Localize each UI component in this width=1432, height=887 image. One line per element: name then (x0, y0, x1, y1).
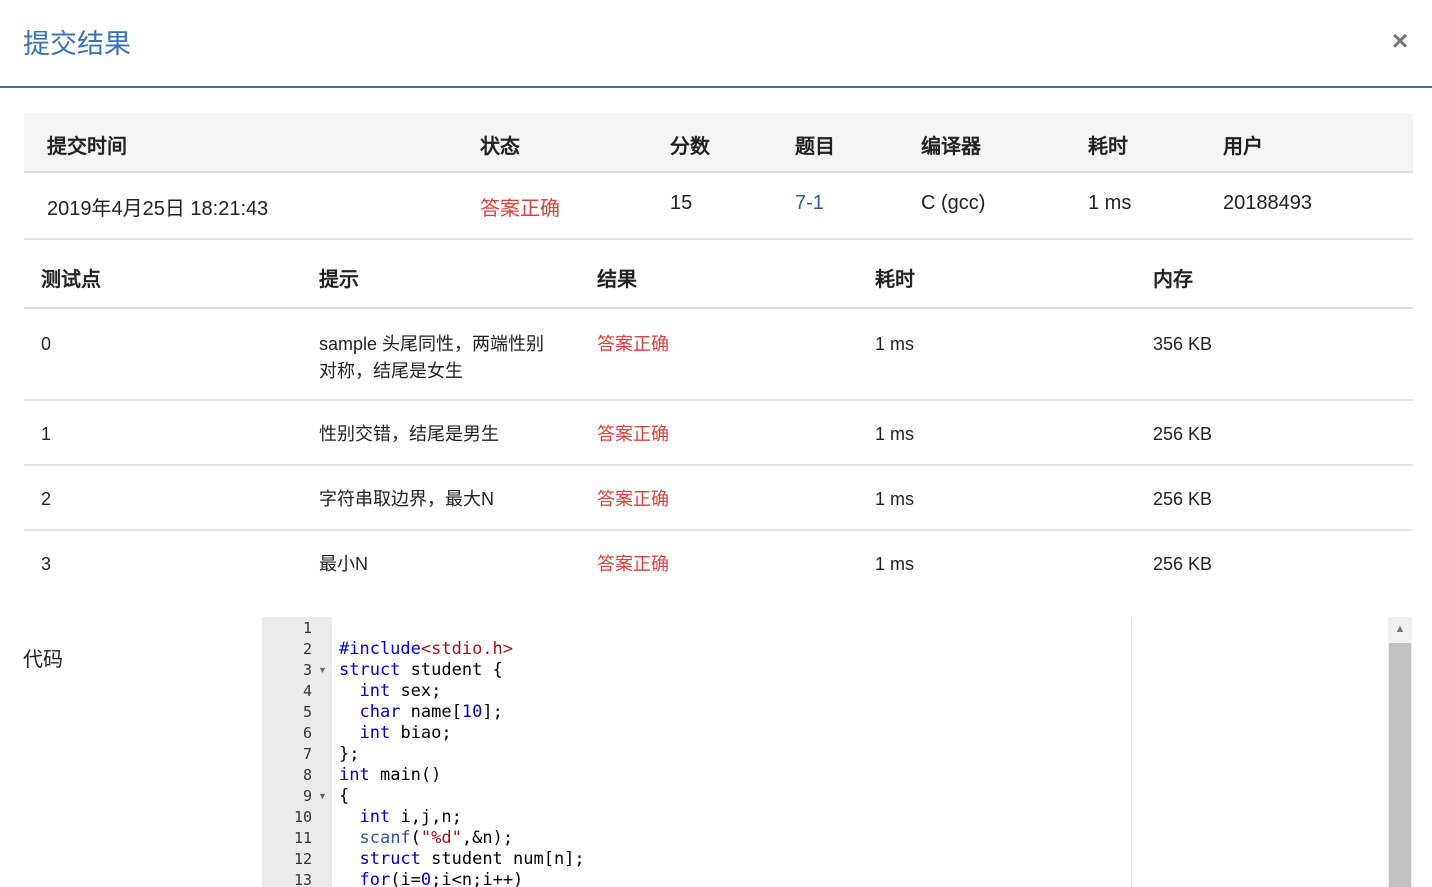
test-memory: 356 KB (1153, 334, 1213, 354)
code-line[interactable]: int biao; (339, 723, 451, 744)
header-submit-time: 提交时间 (47, 136, 127, 158)
test-time: 1 ms (875, 334, 915, 354)
user-value: 20188493 (1223, 192, 1312, 214)
line-number: 1 (302, 619, 312, 637)
header-test-point: 测试点 (41, 269, 101, 291)
header-elapsed: 耗时 (1088, 136, 1128, 158)
test-hint: 最小N (319, 554, 368, 574)
table-row: 0 sample 头尾同性，两端性别对称，结尾是女生 答案正确 1 ms 356… (24, 309, 1413, 401)
line-number: 10 (293, 808, 312, 826)
header-memory: 内存 (1153, 269, 1193, 291)
submission-summary-table: 提交时间 状态 分数 题目 编译器 耗时 用户 2019年4月25日 18:21… (24, 113, 1413, 240)
code-line[interactable]: struct student num[n]; (339, 849, 584, 870)
code-editor[interactable]: 1 2 3 ▼ 4 5 6 7 8 9 ▼ 10 11 12 13 #include<stdio.h> str… (262, 617, 1412, 887)
status-text: 答案正确 (480, 198, 560, 220)
chevron-up-icon[interactable]: ▲ (1388, 617, 1412, 641)
code-line[interactable]: int main() (339, 765, 441, 786)
header-user: 用户 (1223, 136, 1263, 158)
header-compiler: 编译器 (921, 136, 981, 158)
line-number: 9 (302, 787, 312, 805)
header-time: 耗时 (875, 269, 915, 291)
test-result: 答案正确 (597, 489, 669, 509)
code-line[interactable]: struct student { (339, 660, 503, 681)
test-time: 1 ms (875, 424, 915, 444)
test-hint: 性别交错，结尾是男生 (319, 424, 499, 444)
code-line[interactable]: char name[10]; (339, 702, 502, 723)
line-number: 2 (302, 640, 312, 658)
code-line[interactable]: int sex; (339, 681, 441, 702)
tests-header-row: 测试点 提示 结果 耗时 内存 (24, 240, 1413, 309)
compiler-value: C (gcc) (921, 192, 986, 214)
test-id: 2 (41, 489, 52, 509)
table-row: 1 性别交错，结尾是男生 答案正确 1 ms 256 KB (24, 401, 1413, 466)
line-number: 12 (293, 850, 312, 868)
score-value: 15 (670, 192, 693, 214)
line-number: 13 (293, 871, 312, 887)
test-result: 答案正确 (597, 424, 669, 444)
test-memory: 256 KB (1153, 554, 1213, 574)
line-number: 6 (302, 724, 312, 742)
summary-header-row: 提交时间 状态 分数 题目 编译器 耗时 用户 (24, 113, 1413, 173)
dialog-title: 提交结果 (23, 29, 131, 59)
close-icon[interactable]: × (1388, 27, 1412, 55)
line-number: 4 (302, 682, 312, 700)
fold-toggle-icon[interactable]: ▼ (318, 786, 327, 807)
table-row: 2 字符串取边界，最大N 答案正确 1 ms 256 KB (24, 466, 1413, 531)
test-memory: 256 KB (1153, 424, 1213, 444)
code-line[interactable]: int i,j,n; (339, 807, 461, 828)
line-number: 3 (302, 661, 312, 679)
elapsed-value: 1 ms (1088, 192, 1132, 214)
line-number: 11 (293, 829, 312, 847)
line-number: 8 (302, 766, 312, 784)
header-score: 分数 (670, 136, 710, 158)
header-hint: 提示 (319, 269, 359, 291)
scrollbar-thumb[interactable] (1389, 643, 1411, 887)
fold-toggle-icon[interactable]: ▼ (318, 660, 327, 681)
test-time: 1 ms (875, 554, 915, 574)
submit-time: 2019年4月25日 18:21:43 (47, 198, 269, 220)
code-label: 代码 (23, 649, 63, 671)
header-problem: 题目 (795, 136, 835, 158)
test-time: 1 ms (875, 489, 915, 509)
dialog-header: 提交结果 × (0, 0, 1432, 88)
code-line[interactable]: }; (339, 744, 359, 765)
table-row: 3 最小N 答案正确 1 ms 256 KB (24, 531, 1413, 594)
test-result: 答案正确 (597, 554, 669, 574)
code-line[interactable]: scanf("%d",&n); (339, 828, 513, 849)
code-line[interactable]: #include<stdio.h> (339, 639, 513, 660)
summary-row: 2019年4月25日 18:21:43 答案正确 15 7-1 C (gcc) … (24, 173, 1413, 240)
test-result: 答案正确 (597, 334, 669, 354)
header-status: 状态 (480, 136, 520, 158)
line-number: 5 (302, 703, 312, 721)
test-memory: 256 KB (1153, 489, 1213, 509)
test-hint: 字符串取边界，最大N (319, 489, 494, 509)
header-result: 结果 (597, 269, 637, 291)
line-number: 7 (302, 745, 312, 763)
code-line[interactable]: { (339, 786, 349, 807)
problem-link[interactable]: 7-1 (795, 192, 824, 215)
code-line[interactable]: for(i=0;i<n;i++) (339, 870, 523, 887)
line-number-gutter: 1 2 3 ▼ 4 5 6 7 8 9 ▼ 10 11 12 13 (262, 617, 332, 887)
test-id: 3 (41, 554, 52, 574)
test-id: 1 (41, 424, 52, 444)
test-hint: sample 头尾同性，两端性别对称，结尾是女生 (319, 334, 545, 381)
print-margin (1131, 617, 1132, 887)
test-cases-table: 测试点 提示 结果 耗时 内存 0 sample 头尾同性，两端性别对称，结尾是… (24, 240, 1413, 594)
vertical-scrollbar[interactable]: ▲ (1388, 617, 1412, 887)
test-id: 0 (41, 334, 52, 354)
